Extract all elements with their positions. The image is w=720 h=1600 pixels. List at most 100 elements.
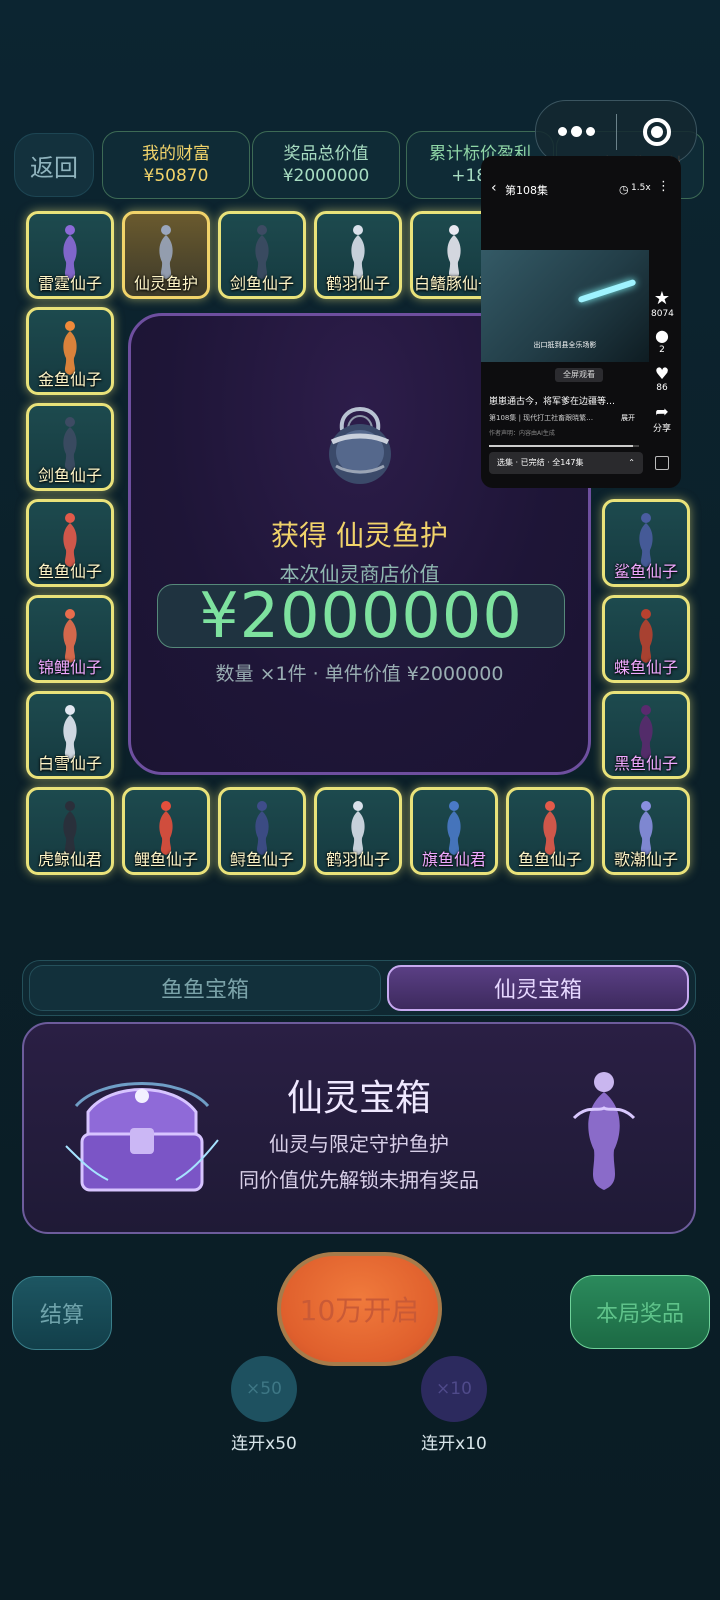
tile-name: 虎鲸仙君 bbox=[37, 850, 102, 869]
tile-name: 黑鱼仙子 bbox=[613, 754, 678, 773]
share-label: 分享 bbox=[652, 424, 671, 434]
tile-name: 雷霆仙子 bbox=[37, 274, 102, 293]
mermaid-figure-icon bbox=[63, 321, 77, 375]
fullscreen-label: 全屏观看 bbox=[563, 370, 595, 379]
stat-value: ¥50870 bbox=[143, 166, 209, 186]
stat-card-0: 我的财富 ¥50870 bbox=[102, 131, 250, 199]
mermaid-figure-icon bbox=[543, 801, 557, 855]
glow-stick bbox=[577, 278, 637, 304]
chest-info-panel: 仙灵宝箱 仙灵与限定守护鱼护 同价值优先解锁未拥有奖品 bbox=[22, 1022, 696, 1234]
video-float-window[interactable]: ‹ 第108集 ◷ 1.5x ⋮ 出口抵到县全乐场影 ★ 8074 ● 2 ♥ 86 … bbox=[481, 156, 681, 488]
prize-tile[interactable]: 金鱼仙子 bbox=[26, 307, 114, 395]
episode-selector-label: 选集 · 已完结 · 全147集 bbox=[497, 458, 584, 467]
speed-icon[interactable]: ◷ bbox=[619, 183, 629, 196]
chevron-up-icon: ⌃ bbox=[628, 458, 635, 467]
mermaid-figure-icon bbox=[63, 801, 77, 855]
speed-label[interactable]: 1.5x bbox=[631, 183, 651, 193]
comment-icon[interactable]: ● 2 bbox=[651, 326, 673, 355]
video-title: 崽崽通古今，将军爹在边疆等… bbox=[489, 397, 616, 407]
mermaid-figure-icon bbox=[639, 705, 653, 759]
prize-tile[interactable]: 鲨鱼仙子 bbox=[602, 499, 690, 587]
prize-tile[interactable]: 鹤羽仙子 bbox=[314, 211, 402, 299]
more-dots-icon[interactable] bbox=[536, 126, 616, 137]
miniprogram-capsule bbox=[535, 100, 697, 164]
back-button[interactable]: 返回 bbox=[14, 133, 94, 197]
pip-icon[interactable] bbox=[655, 456, 669, 470]
video-frame[interactable]: 出口抵到县全乐场影 bbox=[481, 250, 649, 362]
prize-tile[interactable]: 鱼鱼仙子 bbox=[506, 787, 594, 875]
tile-name: 剑鱼仙子 bbox=[37, 466, 102, 485]
mermaid-figure-icon bbox=[447, 801, 461, 855]
mermaid-figure-icon bbox=[63, 513, 77, 567]
close-target-icon[interactable] bbox=[617, 118, 696, 146]
video-header: ‹ 第108集 ◷ 1.5x ⋮ bbox=[481, 156, 681, 220]
open-x10-button[interactable]: ×10 bbox=[421, 1356, 487, 1422]
tile-name: 鹤羽仙子 bbox=[325, 274, 390, 293]
episode-selector[interactable]: 选集 · 已完结 · 全147集 ⌃ bbox=[489, 452, 643, 474]
tile-name: 鹤羽仙子 bbox=[325, 850, 390, 869]
share-icon[interactable]: ➦ 分享 bbox=[651, 402, 673, 434]
like-count: 86 bbox=[656, 383, 668, 393]
stat-label: 奖品总价值 bbox=[283, 144, 369, 164]
tab-fairy-chest[interactable]: 仙灵宝箱 bbox=[387, 965, 689, 1011]
mermaid-figure-icon bbox=[255, 225, 269, 279]
mermaid-figure-icon bbox=[63, 609, 77, 663]
quantity-line: 数量 ×1件 · 单件价值 ¥2000000 bbox=[215, 663, 504, 685]
tile-name: 剑鱼仙子 bbox=[229, 274, 294, 293]
mermaid-figure-icon bbox=[63, 225, 77, 279]
mermaid-figure-icon bbox=[639, 609, 653, 663]
prize-tile[interactable]: 鲤鱼仙子 bbox=[122, 787, 210, 875]
tile-name: 金鱼仙子 bbox=[37, 370, 102, 389]
prize-tile[interactable]: 鲟鱼仙子 bbox=[218, 787, 306, 875]
mermaid-figure-icon bbox=[63, 417, 77, 471]
prize-tile[interactable]: 白雪仙子 bbox=[26, 691, 114, 779]
tab-fish-chest[interactable]: 鱼鱼宝箱 bbox=[29, 965, 381, 1011]
mermaid-figure-icon bbox=[351, 801, 365, 855]
open-x50-label: 连开x50 bbox=[231, 1434, 297, 1454]
tile-name: 鲤鱼仙子 bbox=[133, 850, 198, 869]
mermaid-figure-icon bbox=[639, 801, 653, 855]
prize-tile[interactable]: 蝶鱼仙子 bbox=[602, 595, 690, 683]
price-box: ¥2000000 bbox=[157, 579, 565, 652]
progress-track[interactable] bbox=[489, 445, 639, 447]
video-desc: 第108集 | 现代打工社畜跟晓繁… bbox=[489, 414, 594, 422]
round-prizes-button[interactable]: 本局奖品 bbox=[570, 1275, 710, 1349]
mermaid-figure-icon bbox=[63, 705, 77, 759]
star-icon[interactable]: ★ 8074 bbox=[651, 288, 674, 319]
comment-count: 2 bbox=[659, 345, 665, 355]
prize-tile[interactable]: 黑鱼仙子 bbox=[602, 691, 690, 779]
settle-button[interactable]: 结算 bbox=[12, 1276, 112, 1350]
tile-name: 蝶鱼仙子 bbox=[613, 658, 678, 677]
heart-icon[interactable]: ♥ 86 bbox=[651, 364, 673, 393]
tile-name: 锦鲤仙子 bbox=[37, 658, 102, 677]
prize-tile[interactable]: 虎鲸仙君 bbox=[26, 787, 114, 875]
fullscreen-button[interactable]: 全屏观看 bbox=[555, 368, 603, 382]
fish-basket-icon bbox=[329, 407, 391, 484]
prize-tile[interactable]: 仙灵鱼护 bbox=[122, 211, 210, 299]
price-value: ¥2000000 bbox=[199, 579, 523, 652]
prize-tile[interactable]: 锦鲤仙子 bbox=[26, 595, 114, 683]
tile-name: 鱼鱼仙子 bbox=[37, 562, 102, 581]
prize-tile[interactable]: 歌潮仙子 bbox=[602, 787, 690, 875]
open-chest-button[interactable]: 10万开启 bbox=[277, 1252, 442, 1366]
prize-tile[interactable]: 雷霆仙子 bbox=[26, 211, 114, 299]
chest-tabs: 鱼鱼宝箱 仙灵宝箱 bbox=[22, 960, 696, 1016]
star-count: 8074 bbox=[651, 309, 674, 319]
mermaid-figure-icon bbox=[639, 513, 653, 567]
prize-tile[interactable]: 旗鱼仙君 bbox=[410, 787, 498, 875]
more-vertical-icon[interactable]: ⋮ bbox=[657, 179, 670, 194]
fairy-figure-icon bbox=[572, 1072, 636, 1190]
frame-caption: 出口抵到县全乐场影 bbox=[533, 341, 597, 349]
ai-note: 作者声明：内容由AI生成 bbox=[489, 430, 555, 437]
tile-name: 白雪仙子 bbox=[37, 754, 102, 773]
open-x50-button[interactable]: ×50 bbox=[231, 1356, 297, 1422]
prize-tile[interactable]: 鹤羽仙子 bbox=[314, 787, 402, 875]
prize-tile[interactable]: 剑鱼仙子 bbox=[218, 211, 306, 299]
tile-name: 歌潮仙子 bbox=[613, 850, 678, 869]
prize-tile[interactable]: 鱼鱼仙子 bbox=[26, 499, 114, 587]
tile-name: 旗鱼仙君 bbox=[421, 850, 486, 869]
expand-link[interactable]: 展开 bbox=[621, 413, 635, 423]
prize-tile[interactable]: 剑鱼仙子 bbox=[26, 403, 114, 491]
back-chevron-icon[interactable]: ‹ bbox=[491, 180, 497, 196]
mermaid-figure-icon bbox=[255, 801, 269, 855]
